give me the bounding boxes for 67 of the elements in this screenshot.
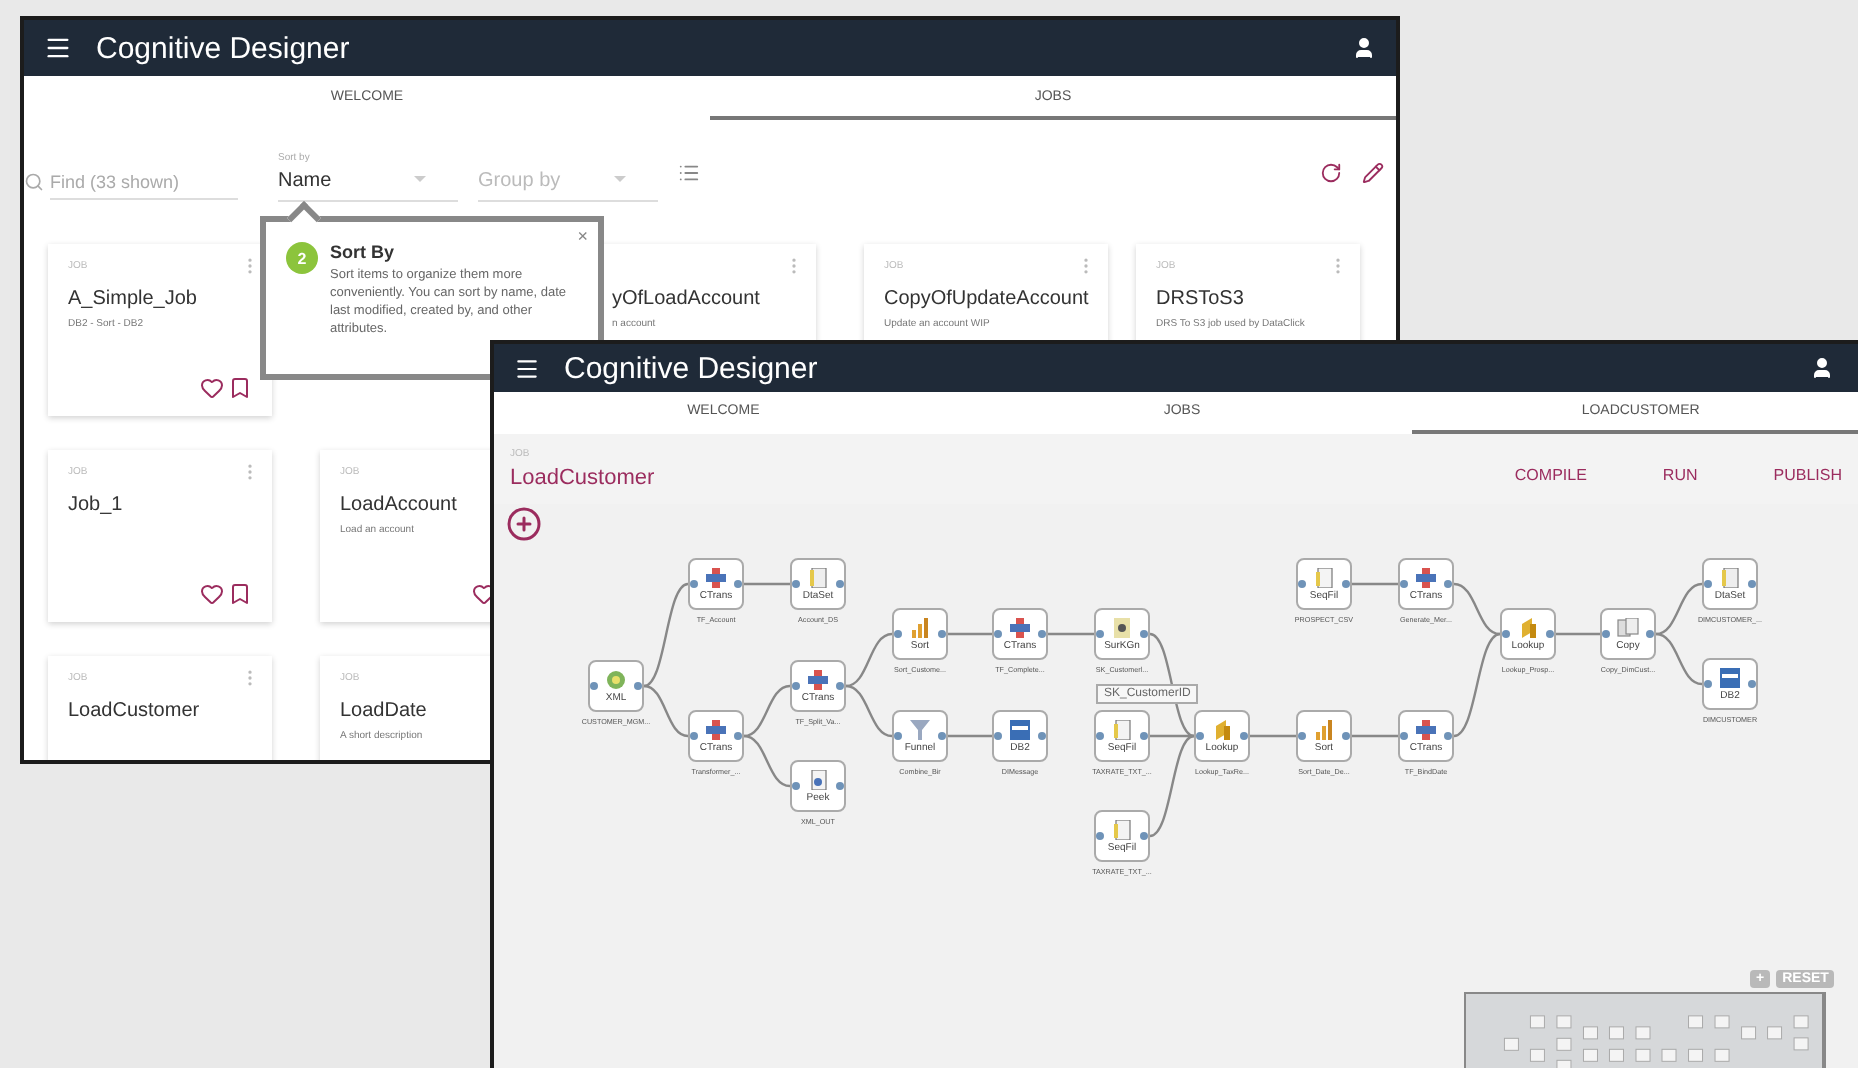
search-field[interactable]: Find (33 shown) xyxy=(50,164,238,200)
card-title: LoadDate xyxy=(340,700,429,722)
connector-line xyxy=(845,632,893,688)
connector-line xyxy=(1556,632,1600,636)
job-name: LoadCustomer xyxy=(510,466,657,490)
document-icon xyxy=(1312,567,1336,587)
menu-icon[interactable] xyxy=(44,34,72,62)
connector-line xyxy=(948,632,992,636)
cross-icon xyxy=(1008,617,1032,637)
card-title: CopyOfUpdateAccount xyxy=(884,288,1089,310)
card-title: A_Simple_Job xyxy=(68,288,199,310)
bar-chart-icon xyxy=(1312,719,1336,739)
user-icon[interactable] xyxy=(1352,36,1376,60)
app-title: Cognitive Designer xyxy=(96,31,352,65)
cross-icon xyxy=(1414,567,1438,587)
document-icon xyxy=(1110,719,1134,739)
bookmark-icon[interactable] xyxy=(228,376,252,400)
list-view-icon[interactable] xyxy=(678,161,700,183)
key-icon xyxy=(1110,617,1134,637)
edit-icon[interactable] xyxy=(1362,161,1384,183)
connector-line xyxy=(845,684,893,738)
connector-line xyxy=(1048,632,1094,636)
funnel-icon xyxy=(908,719,932,739)
card-title: LoadAccount xyxy=(340,494,459,516)
cross-icon xyxy=(704,567,728,587)
database-icon xyxy=(1718,667,1742,687)
search-icon xyxy=(24,172,44,192)
lookup-icon xyxy=(1516,617,1540,637)
heart-icon[interactable] xyxy=(472,582,496,606)
document-icon xyxy=(1110,819,1134,839)
cross-icon xyxy=(1414,719,1438,739)
connector-line xyxy=(1250,734,1296,738)
connector-line xyxy=(744,582,790,586)
connector-line xyxy=(743,734,791,788)
refresh-icon[interactable] xyxy=(1320,161,1342,183)
document-icon xyxy=(806,567,830,587)
connector-line xyxy=(1352,734,1398,738)
step-number: 2 xyxy=(286,242,318,274)
card-title: DRSToS3 xyxy=(1156,288,1246,310)
document-icon xyxy=(1718,567,1742,587)
connector-line xyxy=(743,684,791,738)
action-link[interactable]: COMPILE xyxy=(1514,466,1587,484)
connector-line xyxy=(1352,582,1398,586)
cross-icon xyxy=(806,669,830,689)
close-button[interactable]: × xyxy=(577,226,588,246)
app-title: Cognitive Designer xyxy=(564,351,820,385)
menu-icon[interactable] xyxy=(514,355,540,381)
document-icon xyxy=(806,769,830,789)
cross-icon xyxy=(704,719,728,739)
connector-line xyxy=(948,734,992,738)
bar-chart-icon xyxy=(908,617,932,637)
lookup-icon xyxy=(1210,719,1234,739)
card-title: LoadCustomer xyxy=(68,700,202,722)
copy-icon xyxy=(1616,617,1640,637)
add-stage-button[interactable] xyxy=(506,506,542,542)
heart-icon[interactable] xyxy=(200,376,224,400)
bookmark-icon[interactable] xyxy=(228,582,252,606)
card-title: yOfLoadAccount xyxy=(612,288,762,310)
circle-icon xyxy=(604,669,628,689)
action-link[interactable]: RUN xyxy=(1662,466,1698,484)
popover-title: Sort By xyxy=(330,242,397,262)
card-title: Job_1 xyxy=(68,494,125,516)
connector-line xyxy=(1655,632,1703,686)
action-link[interactable]: PUBLISH xyxy=(1773,466,1842,484)
user-icon[interactable] xyxy=(1810,356,1834,380)
database-icon xyxy=(1008,719,1032,739)
heart-icon[interactable] xyxy=(200,582,224,606)
